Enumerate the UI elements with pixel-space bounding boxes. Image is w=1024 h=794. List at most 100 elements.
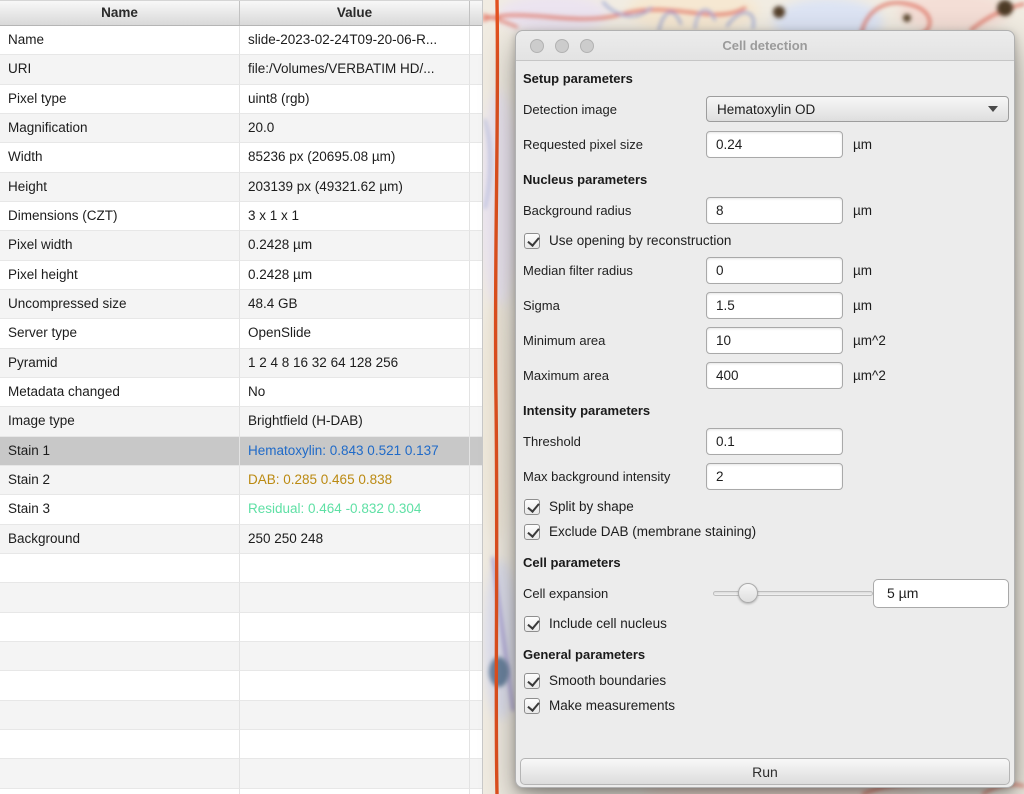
cell-expansion-input[interactable] (873, 579, 1009, 608)
table-row-uncompressed-size[interactable]: Uncompressed size48.4 GB (0, 290, 482, 319)
image-properties-table: Name Value Nameslide-2023-02-24T09-20-06… (0, 0, 483, 794)
table-row-image-type[interactable]: Image typeBrightfield (H-DAB) (0, 407, 482, 436)
maximum-area-label: Maximum area (523, 368, 706, 383)
field-background-radius: Background radius µm (523, 196, 1009, 224)
slider-track (713, 591, 873, 596)
field-include-cell-nucleus: Include cell nucleus (524, 614, 1009, 633)
threshold-input[interactable] (706, 428, 843, 455)
table-row-dimensions[interactable]: Dimensions (CZT)3 x 1 x 1 (0, 202, 482, 231)
detection-image-select[interactable]: Hematoxylin OD (706, 96, 1009, 122)
field-detection-image: Detection image Hematoxylin OD (523, 95, 1009, 123)
include-cell-nucleus-label: Include cell nucleus (549, 616, 667, 631)
table-row-uri[interactable]: URIfile:/Volumes/VERBATIM HD/... (0, 55, 482, 84)
table-row-name[interactable]: Nameslide-2023-02-24T09-20-06-R... (0, 26, 482, 55)
make-measurements-label: Make measurements (549, 698, 675, 713)
detection-image-value: Hematoxylin OD (717, 102, 988, 117)
chevron-down-icon (988, 106, 998, 112)
sigma-unit: µm (853, 298, 872, 313)
dialog-titlebar[interactable]: Cell detection (516, 31, 1014, 61)
table-row-pixel-type[interactable]: Pixel typeuint8 (rgb) (0, 85, 482, 114)
use-opening-label: Use opening by reconstruction (549, 233, 731, 248)
table-body: Nameslide-2023-02-24T09-20-06-R... URIfi… (0, 26, 482, 794)
include-cell-nucleus-checkbox[interactable] (524, 616, 540, 632)
table-row-empty (0, 730, 482, 759)
use-opening-checkbox[interactable] (524, 233, 540, 249)
minimize-button[interactable] (555, 39, 569, 53)
background-radius-unit: µm (853, 203, 872, 218)
table-row-pixel-width[interactable]: Pixel width0.2428 µm (0, 231, 482, 260)
field-smooth-boundaries: Smooth boundaries (524, 671, 1009, 690)
field-cell-expansion: Cell expansion (523, 579, 1009, 607)
window-controls (530, 39, 594, 53)
table-row-stain-3[interactable]: Stain 3Residual: 0.464 -0.832 0.304 (0, 495, 482, 524)
table-row-metadata-changed[interactable]: Metadata changedNo (0, 378, 482, 407)
table-row-empty (0, 583, 482, 612)
section-cell-parameters: Cell parameters (523, 555, 1009, 571)
maximum-area-unit: µm^2 (853, 368, 886, 383)
background-radius-label: Background radius (523, 203, 706, 218)
field-use-opening: Use opening by reconstruction (524, 231, 1009, 250)
minimum-area-input[interactable] (706, 327, 843, 354)
field-threshold: Threshold (523, 427, 1009, 455)
smooth-boundaries-label: Smooth boundaries (549, 673, 666, 688)
column-header-value[interactable]: Value (240, 1, 470, 25)
threshold-label: Threshold (523, 434, 706, 449)
maximum-area-input[interactable] (706, 362, 843, 389)
slider-handle[interactable] (738, 583, 758, 603)
split-by-shape-checkbox[interactable] (524, 499, 540, 515)
table-row-empty (0, 701, 482, 730)
table-row-stain-2[interactable]: Stain 2DAB: 0.285 0.465 0.838 (0, 466, 482, 495)
field-exclude-dab: Exclude DAB (membrane staining) (524, 522, 1009, 541)
table-row-empty (0, 759, 482, 788)
table-row-empty (0, 554, 482, 583)
table-row-background[interactable]: Background250 250 248 (0, 525, 482, 554)
cell-detection-dialog: Cell detection Setup parameters Detectio… (515, 30, 1015, 788)
requested-pixel-size-input[interactable] (706, 131, 843, 158)
section-intensity-parameters: Intensity parameters (523, 403, 1009, 419)
max-background-intensity-input[interactable] (706, 463, 843, 490)
cell-expansion-label: Cell expansion (523, 586, 706, 601)
field-split-by-shape: Split by shape (524, 497, 1009, 516)
column-header-name[interactable]: Name (0, 1, 240, 25)
dialog-content: Setup parameters Detection image Hematox… (516, 61, 1014, 789)
field-maximum-area: Maximum area µm^2 (523, 361, 1009, 389)
table-row-height[interactable]: Height203139 px (49321.62 µm) (0, 173, 482, 202)
run-button[interactable]: Run (520, 758, 1010, 785)
section-general-parameters: General parameters (523, 647, 1009, 663)
field-make-measurements: Make measurements (524, 696, 1009, 715)
sigma-label: Sigma (523, 298, 706, 313)
detection-image-label: Detection image (523, 102, 706, 117)
requested-pixel-size-unit: µm (853, 137, 872, 152)
table-row-pixel-height[interactable]: Pixel height0.2428 µm (0, 261, 482, 290)
qupath-screen: Name Value Nameslide-2023-02-24T09-20-06… (0, 0, 1024, 794)
smooth-boundaries-checkbox[interactable] (524, 673, 540, 689)
max-background-intensity-label: Max background intensity (523, 469, 706, 484)
minimum-area-label: Minimum area (523, 333, 706, 348)
field-sigma: Sigma µm (523, 291, 1009, 319)
table-row-stain-1[interactable]: Stain 1Hematoxylin: 0.843 0.521 0.137 (0, 437, 482, 466)
background-radius-input[interactable] (706, 197, 843, 224)
table-row-empty (0, 671, 482, 700)
close-button[interactable] (530, 39, 544, 53)
section-nucleus-parameters: Nucleus parameters (523, 172, 1009, 188)
table-header: Name Value (0, 0, 482, 26)
maximize-button[interactable] (580, 39, 594, 53)
field-minimum-area: Minimum area µm^2 (523, 326, 1009, 354)
table-row-magnification[interactable]: Magnification20.0 (0, 114, 482, 143)
split-by-shape-label: Split by shape (549, 499, 634, 514)
table-row-server-type[interactable]: Server typeOpenSlide (0, 319, 482, 348)
table-row-pyramid[interactable]: Pyramid1 2 4 8 16 32 64 128 256 (0, 349, 482, 378)
annotation-line (496, 0, 498, 794)
cell-expansion-slider[interactable] (713, 584, 873, 602)
exclude-dab-checkbox[interactable] (524, 524, 540, 540)
median-filter-radius-input[interactable] (706, 257, 843, 284)
column-header-spacer (470, 1, 482, 25)
table-row-empty (0, 613, 482, 642)
exclude-dab-label: Exclude DAB (membrane staining) (549, 524, 756, 539)
make-measurements-checkbox[interactable] (524, 698, 540, 714)
sigma-input[interactable] (706, 292, 843, 319)
table-row-width[interactable]: Width85236 px (20695.08 µm) (0, 143, 482, 172)
median-filter-radius-label: Median filter radius (523, 263, 706, 278)
section-setup-parameters: Setup parameters (523, 71, 1009, 87)
field-max-background-intensity: Max background intensity (523, 462, 1009, 490)
